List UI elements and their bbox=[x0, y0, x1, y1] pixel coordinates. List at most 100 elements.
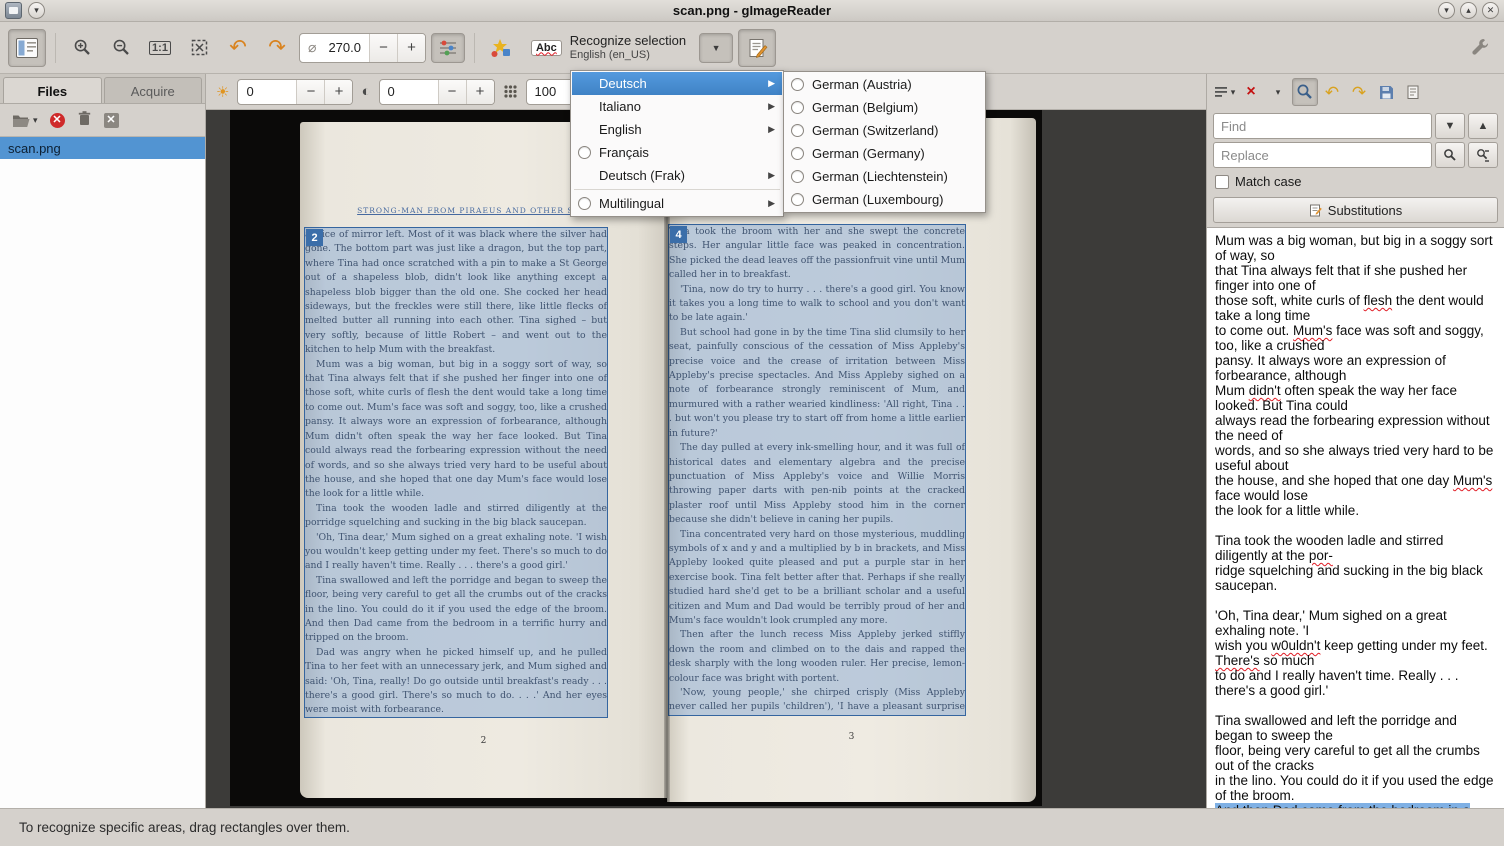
folder-open-icon bbox=[12, 113, 30, 128]
zoom-in-icon bbox=[73, 38, 92, 57]
autodetect-layout-button[interactable] bbox=[484, 33, 518, 63]
window-menu-button[interactable]: ▾ bbox=[28, 2, 45, 19]
submenu-item-german-liechtenstein[interactable]: German (Liechtenstein) bbox=[785, 165, 984, 188]
brightness-value: 0 bbox=[238, 84, 296, 99]
rotation-increase-button[interactable]: + bbox=[397, 34, 425, 62]
output-textarea[interactable]: Mum was a big woman, but big in a soggy … bbox=[1207, 227, 1504, 808]
recognize-language: English (en_US) bbox=[570, 49, 686, 62]
rotate-right-icon: ↷ bbox=[268, 37, 286, 58]
submenu-arrow-icon: ▶ bbox=[768, 101, 775, 112]
find-input[interactable] bbox=[1213, 113, 1432, 139]
menu-item-italiano[interactable]: Italiano ▶ bbox=[572, 95, 782, 118]
submenu-item-german-germany[interactable]: German (Germany) bbox=[785, 142, 984, 165]
rotate-right-button[interactable]: ↷ bbox=[260, 33, 294, 63]
replace-input[interactable] bbox=[1213, 142, 1432, 168]
submenu-item-label: German (Luxembourg) bbox=[812, 192, 944, 207]
radio-icon bbox=[578, 197, 591, 210]
book-page-left: STRONG-MAN FROM PIRAEUS AND OTHER STORIE… bbox=[300, 122, 667, 798]
replace-button[interactable] bbox=[1435, 142, 1465, 168]
find-replace-icon bbox=[1296, 83, 1314, 101]
menu-item-label: Multilingual bbox=[599, 196, 664, 211]
submenu-item-german-luxembourg[interactable]: German (Luxembourg) bbox=[785, 188, 984, 211]
recognize-language-dropdown[interactable]: ▼ bbox=[699, 33, 733, 63]
selection-box-4[interactable]: 4 bbox=[668, 224, 966, 716]
misspelled-word: Mum's bbox=[1453, 473, 1492, 488]
undo-button[interactable]: ↶ bbox=[1319, 78, 1345, 106]
zoom-out-icon bbox=[112, 38, 131, 57]
zoom-out-button[interactable] bbox=[104, 33, 138, 63]
contrast-increase-button[interactable]: + bbox=[466, 80, 494, 104]
right-page-number: 3 bbox=[667, 732, 1036, 742]
brightness-increase-button[interactable]: + bbox=[324, 80, 352, 104]
menu-item-deutsch-frak[interactable]: Deutsch (Frak)▶ bbox=[572, 164, 782, 187]
chevron-down-icon: ▾ bbox=[1231, 87, 1236, 98]
insert-mode-button[interactable]: ▾ bbox=[1211, 78, 1237, 106]
find-replace-toggle[interactable] bbox=[1292, 78, 1318, 106]
zoom-fit-button[interactable] bbox=[182, 33, 216, 63]
delete-file-button[interactable] bbox=[77, 110, 92, 131]
chevron-down-icon: ▾ bbox=[1276, 87, 1281, 98]
image-controls-icon bbox=[438, 39, 458, 57]
zoom-original-button[interactable]: 1:1 bbox=[143, 33, 177, 63]
redo-button[interactable]: ↷ bbox=[1346, 78, 1372, 106]
submenu-item-german-austria[interactable]: German (Austria) bbox=[785, 73, 984, 96]
misspelled-word: Mum's bbox=[1293, 323, 1332, 338]
rotation-decrease-button[interactable]: − bbox=[369, 34, 397, 62]
replace-all-button[interactable] bbox=[1468, 142, 1498, 168]
remove-file-button[interactable]: ✕ bbox=[50, 113, 65, 128]
brightness-decrease-button[interactable]: − bbox=[296, 80, 324, 104]
submenu-item-german-switzerland[interactable]: German (Switzerland) bbox=[785, 119, 984, 142]
file-list: scan.png bbox=[0, 137, 205, 808]
strip-options-dropdown[interactable]: ▾ bbox=[1265, 78, 1291, 106]
tab-acquire[interactable]: Acquire bbox=[104, 77, 203, 103]
toolbar-separator bbox=[55, 33, 56, 63]
submenu-item-german-belgium[interactable]: German (Belgium) bbox=[785, 96, 984, 119]
menu-item-deutsch[interactable]: Deutsch▶ bbox=[572, 72, 782, 95]
maximize-button[interactable]: ▴ bbox=[1460, 2, 1477, 19]
submenu-arrow-icon: ▶ bbox=[768, 78, 775, 89]
minimize-button[interactable]: ▾ bbox=[1438, 2, 1455, 19]
menu-item-english[interactable]: English▶ bbox=[572, 118, 782, 141]
strip-line-breaks-button[interactable]: × bbox=[1238, 78, 1264, 106]
open-file-button[interactable]: ▾ bbox=[12, 113, 38, 128]
show-output-pane-button[interactable] bbox=[738, 29, 776, 67]
clear-output-button[interactable] bbox=[1400, 78, 1426, 106]
zoom-in-button[interactable] bbox=[65, 33, 99, 63]
find-prev-button[interactable]: ▲ bbox=[1468, 113, 1498, 139]
toolbar-separator bbox=[474, 33, 475, 63]
rotate-left-button[interactable]: ↶ bbox=[221, 33, 255, 63]
image-controls-toggle[interactable] bbox=[431, 33, 465, 63]
submenu-item-label: German (Belgium) bbox=[812, 100, 918, 115]
strip-icon: × bbox=[1246, 84, 1255, 100]
match-case-checkbox[interactable] bbox=[1215, 175, 1229, 189]
show-sources-pane-button[interactable] bbox=[8, 29, 46, 67]
contrast-decrease-button[interactable]: − bbox=[438, 80, 466, 104]
menu-item-label: Italiano bbox=[599, 99, 641, 114]
close-button[interactable]: ✕ bbox=[1482, 2, 1499, 19]
status-bar: To recognize specific areas, drag rectan… bbox=[0, 808, 1504, 846]
settings-button[interactable] bbox=[1462, 33, 1496, 63]
recognize-button[interactable]: Abc Recognize selection English (en_US) bbox=[523, 27, 694, 69]
file-row-scan-png[interactable]: scan.png bbox=[0, 137, 205, 159]
arrow-down-icon: ▼ bbox=[1445, 120, 1456, 132]
menu-item-multilingual[interactable]: Multilingual▶ bbox=[572, 192, 782, 215]
match-case-label: Match case bbox=[1235, 174, 1301, 189]
submenu-item-label: German (Liechtenstein) bbox=[812, 169, 948, 184]
rotation-spinbox[interactable]: ⌀ 270.0 − + bbox=[299, 33, 426, 63]
save-output-button[interactable] bbox=[1373, 78, 1399, 106]
menu-separator bbox=[574, 189, 780, 190]
output-panel: ▾ × ▾ ↶ ↷ bbox=[1206, 74, 1504, 808]
tab-files[interactable]: Files bbox=[3, 77, 102, 103]
menu-item-fran-ais[interactable]: Français bbox=[572, 141, 782, 164]
clear-files-button[interactable]: ✕ bbox=[104, 113, 119, 128]
brightness-spinbox[interactable]: 0 − + bbox=[237, 79, 353, 105]
contrast-spinbox[interactable]: 0 − + bbox=[379, 79, 495, 105]
misspelled-word: There's bbox=[1215, 653, 1260, 668]
find-next-button[interactable]: ▼ bbox=[1435, 113, 1465, 139]
title-bar: ▾ scan.png - gImageReader ▾ ▴ ✕ bbox=[0, 0, 1504, 22]
clear-output-icon bbox=[1405, 84, 1421, 100]
radio-icon bbox=[791, 124, 804, 137]
substitutions-button[interactable]: Substitutions bbox=[1213, 197, 1498, 223]
selection-box-2[interactable]: 2 bbox=[304, 227, 608, 718]
recognize-abc-icon: Abc bbox=[531, 40, 562, 56]
